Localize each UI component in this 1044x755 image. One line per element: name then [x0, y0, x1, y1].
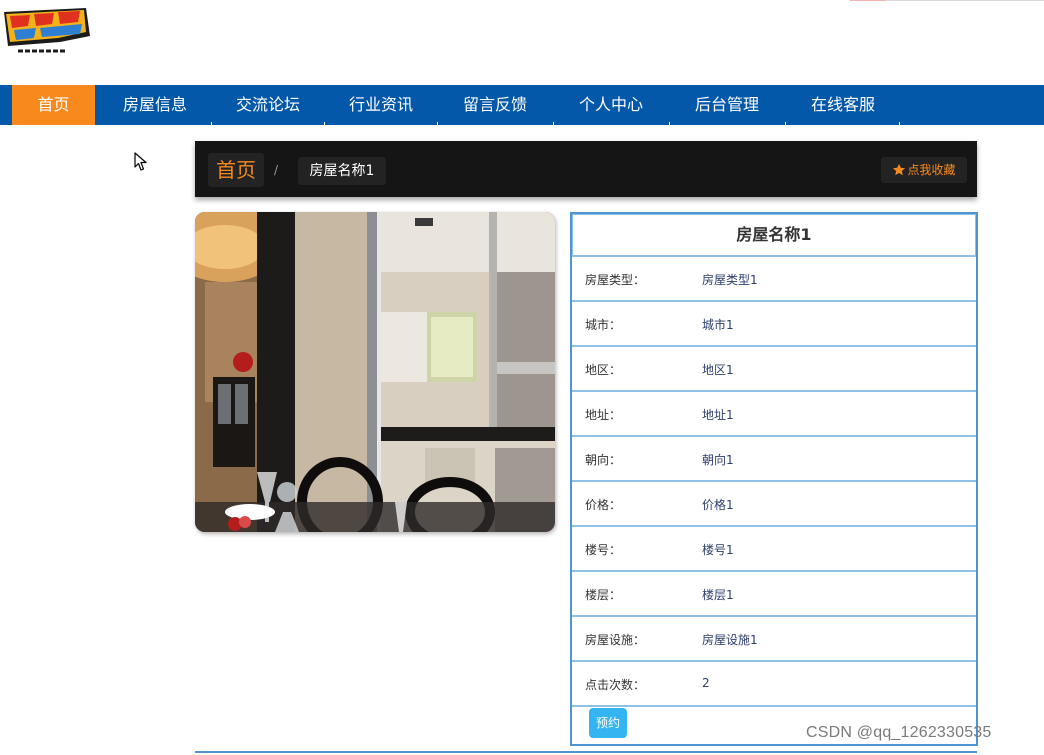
house-detail-table: 房屋名称1 房屋类型： 房屋类型1 城市： 城市1 地区： 地区1 地址： 地址… — [570, 212, 978, 746]
cursor-icon — [134, 152, 148, 172]
favorite-button[interactable]: 点我收藏 — [881, 157, 967, 183]
detail-row-building-number: 楼号： 楼号1 — [572, 527, 976, 572]
nav-divider — [899, 122, 900, 125]
page: 首页 房屋信息 交流论坛 行业资讯 留言反馈 个人中心 后台管理 在线客服 首页… — [0, 0, 1044, 755]
nav-divider — [669, 122, 670, 125]
bottom-panel-edge — [195, 751, 977, 755]
logo-icon[interactable] — [0, 6, 92, 58]
nav-item-profile[interactable]: 个人中心 — [555, 85, 667, 125]
detail-row-district: 地区： 地区1 — [572, 347, 976, 392]
detail-value: 城市1 — [702, 318, 734, 332]
detail-value: 2 — [702, 676, 710, 690]
nav-item-feedback[interactable]: 留言反馈 — [439, 85, 551, 125]
top-strip — [850, 0, 1044, 1]
detail-row-floor: 楼层： 楼层1 — [572, 572, 976, 617]
detail-row-facilities: 房屋设施： 房屋设施1 — [572, 617, 976, 662]
nav-divider — [553, 122, 554, 125]
nav-item-forum[interactable]: 交流论坛 — [213, 85, 323, 125]
detail-row-house-type: 房屋类型： 房屋类型1 — [572, 257, 976, 302]
detail-row-city: 城市： 城市1 — [572, 302, 976, 347]
favorite-button-label: 点我收藏 — [907, 163, 956, 177]
breadcrumb-current: 房屋名称1 — [298, 157, 386, 185]
detail-row-address: 地址： 地址1 — [572, 392, 976, 437]
nav-item-admin[interactable]: 后台管理 — [671, 85, 783, 125]
detail-value: 房屋设施1 — [702, 633, 758, 647]
detail-value: 地址1 — [702, 408, 734, 422]
nav-item-home[interactable]: 首页 — [12, 85, 95, 125]
nav-divider — [211, 122, 212, 125]
detail-label: 楼层： — [585, 588, 622, 602]
main-nav: 首页 房屋信息 交流论坛 行业资讯 留言反馈 个人中心 后台管理 在线客服 — [0, 85, 1044, 125]
nav-item-industry-news[interactable]: 行业资讯 — [326, 85, 436, 125]
detail-label: 价格： — [585, 498, 622, 512]
house-title: 房屋名称1 — [572, 214, 976, 257]
detail-label: 城市： — [585, 318, 622, 332]
detail-value: 朝向1 — [702, 453, 734, 467]
detail-label: 楼号： — [585, 543, 622, 557]
detail-label: 地址： — [585, 408, 622, 422]
breadcrumb: 首页 / 房屋名称1 点我收藏 — [195, 141, 977, 197]
detail-label: 房屋类型： — [585, 273, 646, 287]
nav-item-online-service[interactable]: 在线客服 — [787, 85, 899, 125]
detail-label: 地区： — [585, 363, 622, 377]
nav-item-house-info[interactable]: 房屋信息 — [100, 85, 210, 125]
watermark: CSDN @qq_1262330535 — [806, 724, 992, 741]
star-icon — [893, 163, 906, 176]
detail-label: 点击次数： — [585, 678, 646, 692]
nav-divider — [437, 122, 438, 125]
detail-row-price: 价格： 价格1 — [572, 482, 976, 527]
detail-label: 房屋设施： — [585, 633, 646, 647]
detail-value: 房屋类型1 — [702, 273, 758, 287]
detail-value: 楼层1 — [702, 588, 734, 602]
book-button[interactable]: 预约 — [589, 708, 627, 738]
breadcrumb-home-link[interactable]: 首页 — [208, 153, 264, 187]
detail-value: 价格1 — [702, 498, 734, 512]
breadcrumb-separator: / — [274, 163, 279, 177]
nav-divider — [324, 122, 325, 125]
house-photo — [195, 212, 555, 532]
nav-divider — [785, 122, 786, 125]
detail-label: 朝向： — [585, 453, 622, 467]
detail-value: 地区1 — [702, 363, 734, 377]
detail-row-click-count: 点击次数： 2 — [572, 662, 976, 707]
detail-row-orientation: 朝向： 朝向1 — [572, 437, 976, 482]
detail-value: 楼号1 — [702, 543, 734, 557]
